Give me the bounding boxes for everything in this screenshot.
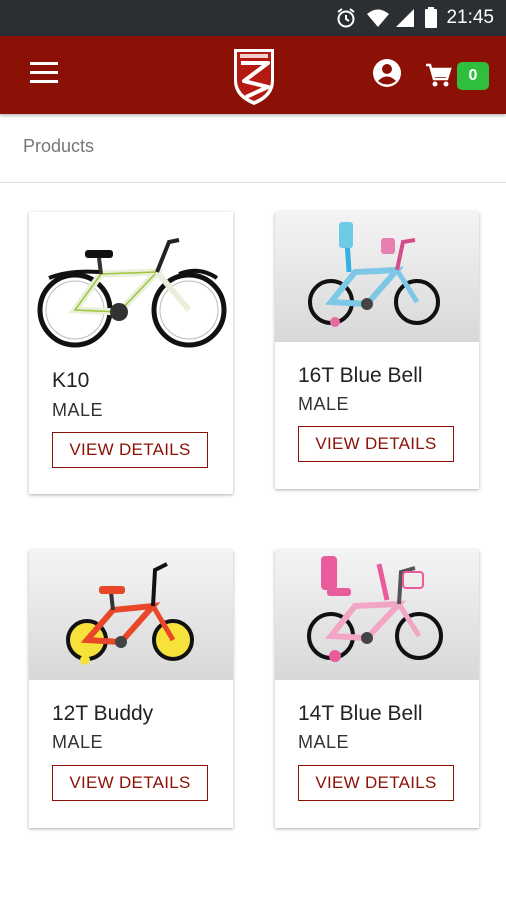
wifi-icon: [367, 9, 389, 27]
battery-icon: [425, 7, 437, 28]
product-name: K10: [52, 369, 90, 392]
product-name: 12T Buddy: [52, 702, 154, 725]
product-name: 14T Blue Bell: [298, 702, 423, 725]
cart-count-badge[interactable]: 0: [457, 62, 489, 90]
product-card[interactable]: 12T Buddy MALE VIEW DETAILS: [29, 550, 233, 828]
account-icon[interactable]: [372, 58, 402, 88]
product-card[interactable]: K10 MALE VIEW DETAILS: [29, 212, 233, 494]
alarm-icon: [337, 8, 355, 28]
product-image: [275, 212, 479, 342]
breadcrumb: Products: [23, 136, 95, 156]
app-bar: 0: [0, 36, 506, 114]
view-details-button[interactable]: VIEW DETAILS: [298, 426, 454, 462]
cart-icon[interactable]: [424, 61, 452, 89]
product-gender: MALE: [298, 732, 350, 752]
product-gender: MALE: [298, 394, 350, 414]
status-bar: 21:45: [0, 0, 506, 36]
product-gender: MALE: [52, 400, 104, 420]
product-gender: MALE: [52, 732, 104, 752]
product-card[interactable]: 16T Blue Bell MALE VIEW DETAILS: [275, 212, 479, 489]
signal-icon: [396, 9, 414, 27]
view-details-button[interactable]: VIEW DETAILS: [52, 765, 208, 801]
product-name: 16T Blue Bell: [298, 364, 423, 387]
product-image: [29, 550, 233, 680]
divider: [0, 182, 506, 183]
status-time: 21:45: [446, 7, 494, 28]
menu-icon: [30, 62, 58, 65]
product-image: [29, 220, 233, 358]
menu-button[interactable]: [30, 62, 60, 88]
view-details-button[interactable]: VIEW DETAILS: [298, 765, 454, 801]
brand-logo: [234, 49, 274, 105]
product-card[interactable]: 14T Blue Bell MALE VIEW DETAILS: [275, 550, 479, 828]
view-details-button[interactable]: VIEW DETAILS: [52, 432, 208, 468]
product-image: [275, 550, 479, 680]
